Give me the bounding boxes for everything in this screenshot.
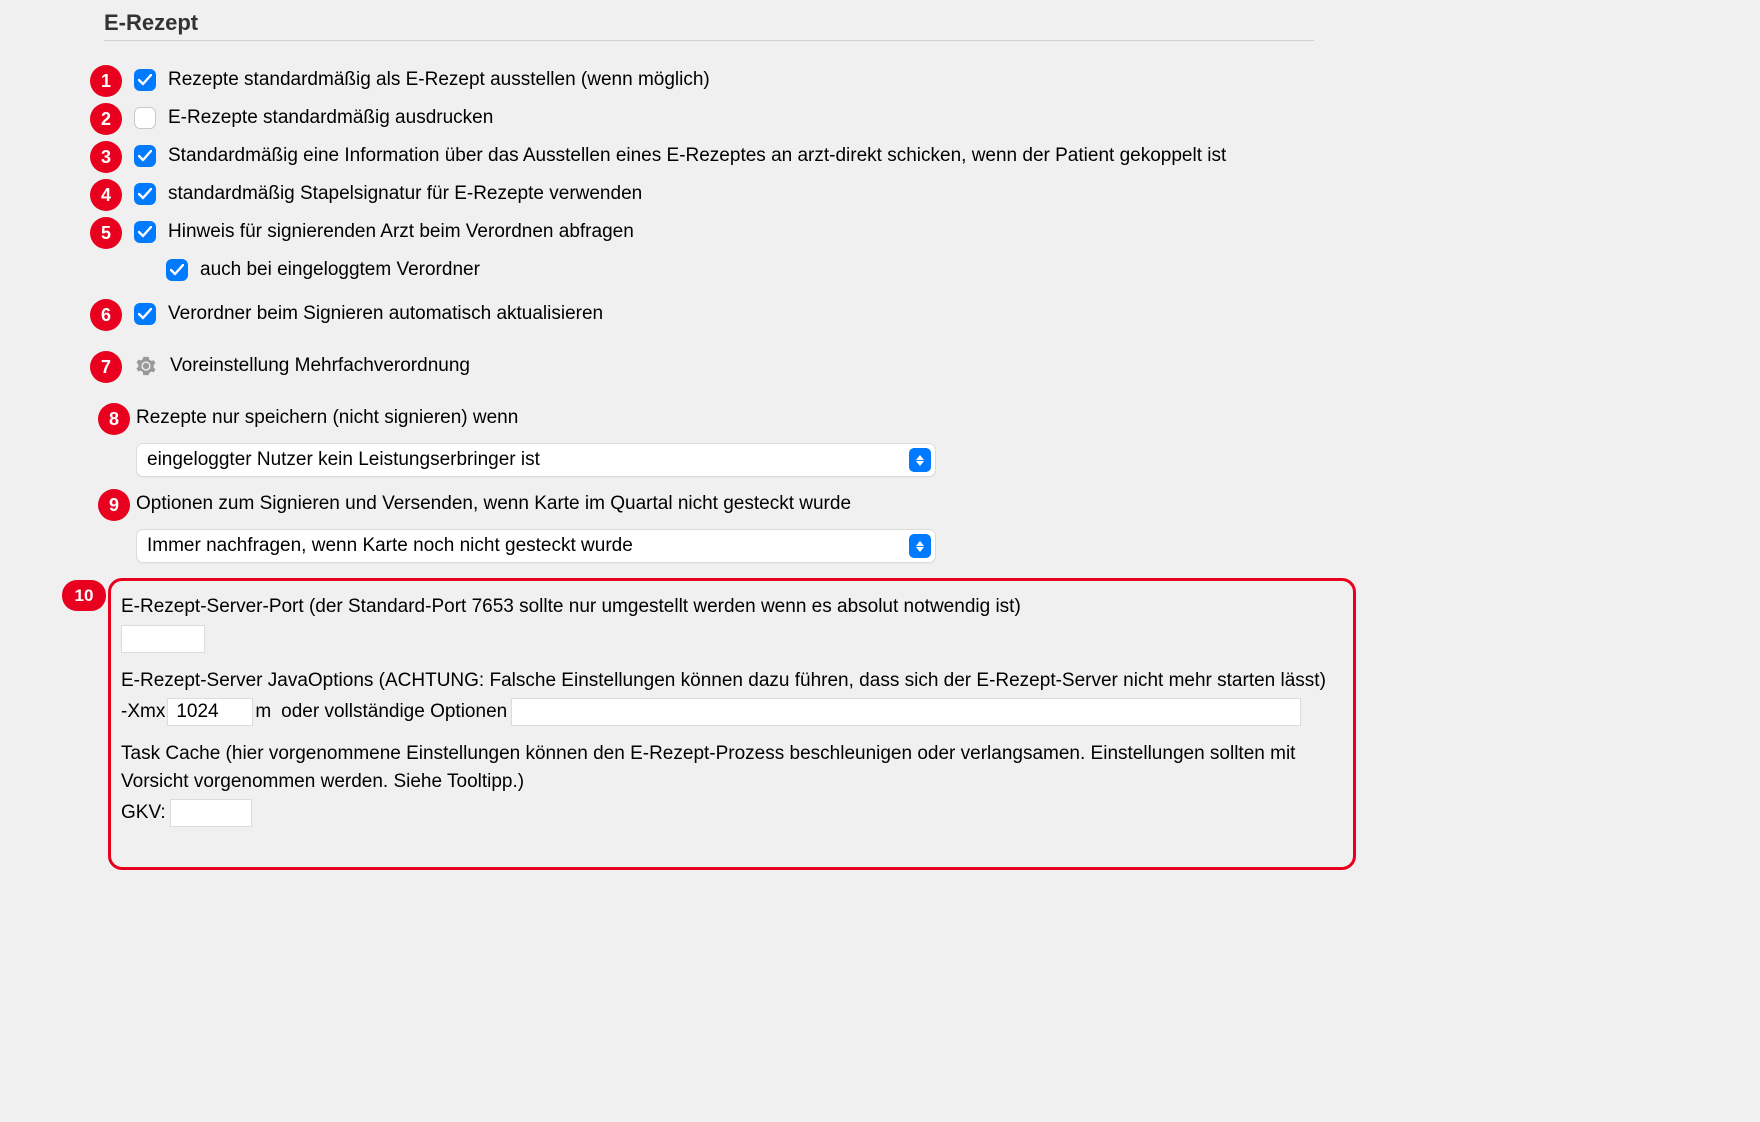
annotation-badge-5: 5	[90, 217, 122, 249]
checkbox-default-erezept[interactable]	[134, 69, 156, 91]
row-8: 8 Rezepte nur speichern (nicht signieren…	[98, 405, 1740, 437]
select-stepper-icon	[909, 534, 931, 558]
select-signieren-versenden[interactable]: Immer nachfragen, wenn Karte noch nicht …	[136, 529, 936, 563]
checkbox-label-6: Verordner beim Signieren automatisch akt…	[168, 301, 603, 325]
java-options-input[interactable]	[511, 698, 1301, 726]
xmx-or-label: oder vollständige Optionen	[281, 698, 507, 726]
select-stepper-icon	[909, 448, 931, 472]
gkv-input[interactable]	[170, 799, 252, 827]
checkbox-label-1: Rezepte standardmäßig als E-Rezept ausst…	[168, 67, 710, 91]
item-8-label: Rezepte nur speichern (nicht signieren) …	[136, 405, 518, 429]
annotation-badge-1: 1	[90, 65, 122, 97]
annotation-badge-7: 7	[90, 351, 122, 383]
xmx-input[interactable]	[167, 698, 253, 726]
row-3: 3 Standardmäßig eine Information über da…	[90, 143, 1740, 175]
annotation-badge-2: 2	[90, 103, 122, 135]
annotation-badge-4: 4	[90, 179, 122, 211]
row-9: 9 Optionen zum Signieren und Versenden, …	[98, 491, 1740, 523]
row-9-select: Immer nachfragen, wenn Karte noch nicht …	[136, 529, 1740, 563]
checkbox-auch-eingeloggt-verordner[interactable]	[166, 259, 188, 281]
select-signieren-value: Immer nachfragen, wenn Karte noch nicht …	[147, 535, 633, 557]
item-9-label: Optionen zum Signieren und Versenden, we…	[136, 491, 851, 515]
row-4: 4 standardmäßig Stapelsignatur für E-Rez…	[90, 181, 1740, 213]
annotation-badge-3: 3	[90, 141, 122, 173]
checkbox-default-print[interactable]	[134, 107, 156, 129]
row-7: 7 Voreinstellung Mehrfachverordnung	[90, 353, 1740, 385]
xmx-prefix: -Xmx	[121, 698, 165, 726]
server-port-label: E-Rezept-Server-Port (der Standard-Port …	[121, 593, 1343, 621]
gear-icon[interactable]	[134, 354, 158, 378]
row-2: 2 E-Rezepte standardmäßig ausdrucken	[90, 105, 1740, 137]
checkbox-label-5: Hinweis für signierenden Arzt beim Veror…	[168, 219, 634, 243]
xmx-suffix-m: m	[255, 698, 271, 726]
gkv-label: GKV:	[121, 799, 166, 827]
select-speichern-value: eingeloggter Nutzer kein Leistungserbrin…	[147, 449, 540, 471]
checkbox-label-4: standardmäßig Stapelsignatur für E-Rezep…	[168, 181, 642, 205]
checkbox-verordner-auto-aktualisieren[interactable]	[134, 303, 156, 325]
row-1: 1 Rezepte standardmäßig als E-Rezept aus…	[90, 67, 1740, 99]
annotation-badge-8: 8	[98, 403, 130, 435]
row-5a: auch bei eingeloggtem Verordner	[166, 257, 1740, 281]
annotation-badge-6: 6	[90, 299, 122, 331]
annotation-badge-10: 10	[62, 580, 106, 611]
section-divider	[104, 40, 1314, 41]
section-title: E-Rezept	[104, 10, 1740, 36]
select-speichern-regel[interactable]: eingeloggter Nutzer kein Leistungserbrin…	[136, 443, 936, 477]
annotation-badge-9: 9	[98, 489, 130, 521]
checkbox-stapelsignatur[interactable]	[134, 183, 156, 205]
task-cache-label: Task Cache (hier vorgenommene Einstellun…	[121, 740, 1343, 795]
checkbox-label-2: E-Rezepte standardmäßig ausdrucken	[168, 105, 493, 129]
checkbox-arzt-direkt[interactable]	[134, 145, 156, 167]
server-settings-box: E-Rezept-Server-Port (der Standard-Port …	[108, 578, 1356, 870]
row-8-select: eingeloggter Nutzer kein Leistungserbrin…	[136, 443, 1740, 477]
checkbox-label-5a: auch bei eingeloggtem Verordner	[200, 257, 480, 281]
item-7-label: Voreinstellung Mehrfachverordnung	[170, 353, 470, 377]
row-5: 5 Hinweis für signierenden Arzt beim Ver…	[90, 219, 1740, 251]
row-6: 6 Verordner beim Signieren automatisch a…	[90, 301, 1740, 333]
checkbox-hinweis-arzt[interactable]	[134, 221, 156, 243]
checkbox-label-3: Standardmäßig eine Information über das …	[168, 143, 1226, 167]
java-options-label: E-Rezept-Server JavaOptions (ACHTUNG: Fa…	[121, 667, 1343, 695]
server-port-input[interactable]	[121, 625, 205, 653]
